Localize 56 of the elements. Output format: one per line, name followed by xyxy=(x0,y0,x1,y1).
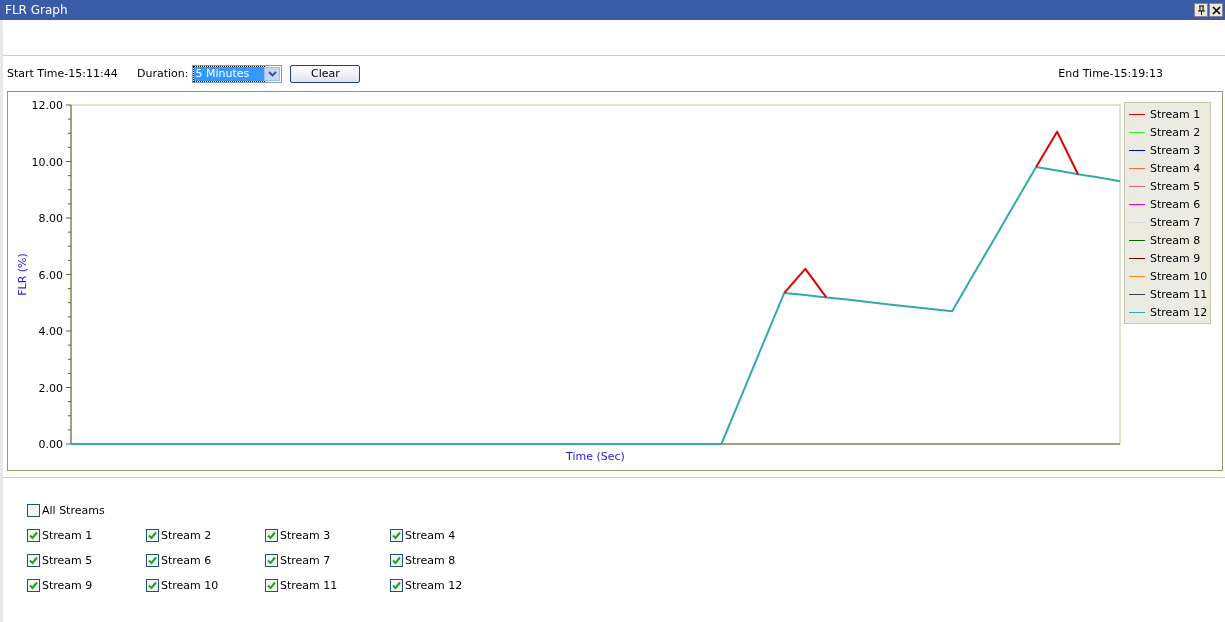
check-icon xyxy=(29,581,38,590)
check-icon xyxy=(392,556,401,565)
x-axis-title: Time (Sec) xyxy=(566,450,625,463)
legend-label: Stream 12 xyxy=(1150,305,1208,319)
legend-label: Stream 4 xyxy=(1150,161,1201,175)
stream-checkbox[interactable]: Stream 9 xyxy=(27,579,146,592)
check-icon xyxy=(392,531,401,540)
pin-button[interactable] xyxy=(1194,3,1208,17)
close-icon xyxy=(1211,5,1221,15)
check-icon xyxy=(267,581,276,590)
legend-label: Stream 5 xyxy=(1150,179,1201,193)
stream-checkbox[interactable]: Stream 8 xyxy=(390,554,509,567)
window-title: FLR Graph xyxy=(5,3,68,17)
caret-icon xyxy=(268,70,277,77)
y-tick-label: 4.00 xyxy=(38,325,63,338)
y-tick-label: 10.00 xyxy=(31,155,63,169)
legend-label: Stream 7 xyxy=(1150,215,1201,229)
legend-label: Stream 6 xyxy=(1150,197,1201,211)
y-tick-label: 6.00 xyxy=(38,268,63,282)
check-icon xyxy=(148,581,157,590)
stream-checkbox[interactable]: All Streams xyxy=(27,504,146,517)
stream-checkbox[interactable]: Stream 7 xyxy=(265,554,390,567)
start-time: Start Time-15:11:44 xyxy=(7,67,119,80)
stream-checkbox[interactable]: Stream 3 xyxy=(265,529,390,542)
check-icon xyxy=(148,531,157,540)
check-icon xyxy=(148,556,157,565)
check-icon xyxy=(29,531,38,540)
check-icon xyxy=(29,556,38,565)
duration-label: Duration: xyxy=(137,67,189,80)
legend-label: Stream 11 xyxy=(1150,287,1208,301)
y-axis-title: FLR (%) xyxy=(16,253,29,296)
y-tick-label: 8.00 xyxy=(38,212,63,225)
stream-checkbox[interactable]: Stream 12 xyxy=(390,579,509,592)
clear-button[interactable]: Clear xyxy=(290,64,361,83)
legend-label: Stream 8 xyxy=(1150,233,1201,247)
check-icon xyxy=(392,581,401,590)
y-tick-label: 0.00 xyxy=(38,438,63,451)
close-button[interactable] xyxy=(1209,3,1223,17)
legend-label: Stream 9 xyxy=(1150,251,1201,265)
stream-checkbox[interactable]: Stream 4 xyxy=(390,529,509,542)
y-tick-label: 12.00 xyxy=(31,99,63,112)
check-icon xyxy=(267,556,276,565)
legend-label: Stream 10 xyxy=(1150,269,1208,283)
legend-label: Stream 3 xyxy=(1150,143,1201,157)
y-tick-label: 2.00 xyxy=(38,381,63,395)
stream-checkbox[interactable]: Stream 6 xyxy=(146,554,265,567)
stream-checkbox[interactable]: Stream 11 xyxy=(265,579,390,592)
legend-label: Stream 2 xyxy=(1150,125,1201,139)
stream-checkbox[interactable]: Stream 2 xyxy=(146,529,265,542)
stream-checkbox[interactable]: Stream 5 xyxy=(27,554,146,567)
check-icon xyxy=(267,531,276,540)
stream-checkbox[interactable]: Stream 1 xyxy=(27,529,146,542)
end-time: End Time-15:19:13 xyxy=(1058,67,1163,80)
stream-checkbox[interactable]: Stream 10 xyxy=(146,579,265,592)
pin-icon xyxy=(1196,5,1206,15)
legend-label: Stream 1 xyxy=(1150,107,1201,121)
